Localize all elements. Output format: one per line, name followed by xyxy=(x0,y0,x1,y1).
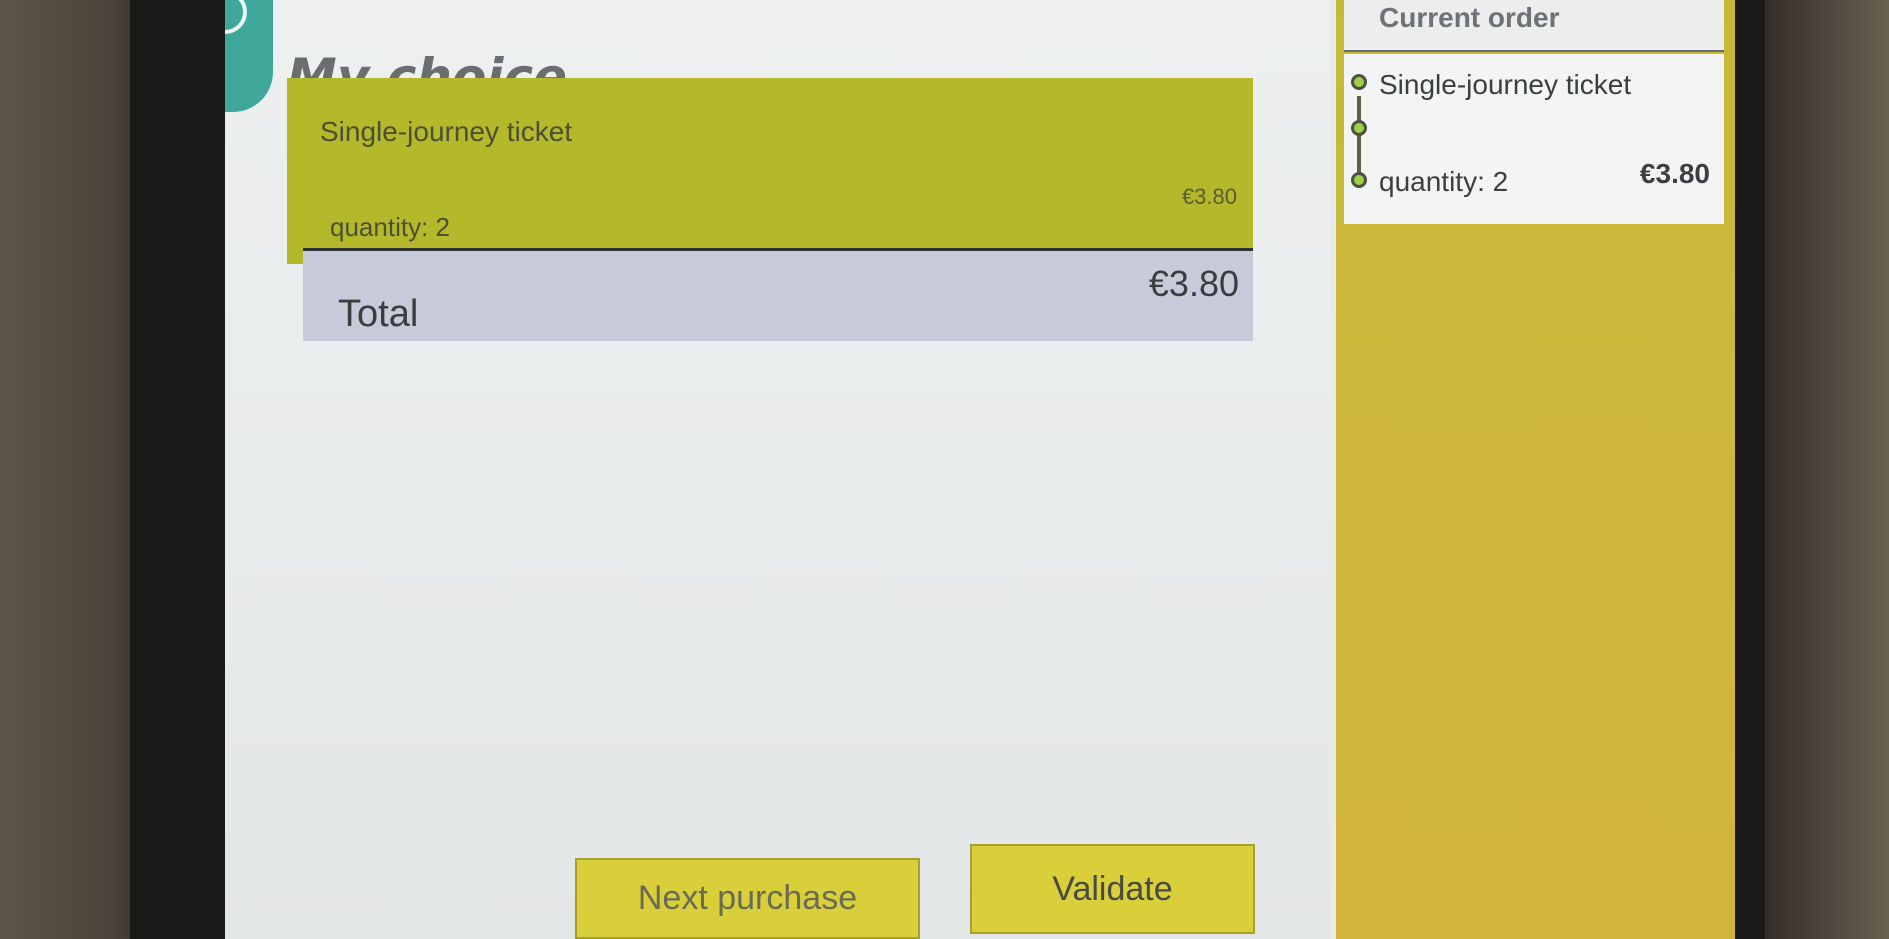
total-bar: Total €3.80 xyxy=(303,251,1253,341)
validate-button[interactable]: Validate xyxy=(970,844,1255,934)
current-order-title: Current order xyxy=(1379,2,1560,33)
kiosk-screen: My choice Single-journey ticket €3.80 qu… xyxy=(225,0,1735,939)
timeline-dot-middle xyxy=(1351,120,1367,136)
main-panel: My choice Single-journey ticket €3.80 qu… xyxy=(225,0,1330,939)
timeline-dot-bottom xyxy=(1351,172,1367,188)
item-name: Single-journey ticket xyxy=(320,116,573,147)
item-price: €3.80 xyxy=(1181,184,1237,209)
transit-logo-icon xyxy=(225,0,247,34)
order-item-name: Single-journey ticket xyxy=(1379,69,1632,100)
bezel-left xyxy=(130,0,240,939)
current-order-panel: Current order Single-journey ticket quan… xyxy=(1336,0,1735,939)
total-value: €3.80 xyxy=(1148,263,1239,304)
item-quantity: quantity: 2 xyxy=(330,212,450,242)
current-order-header: Current order xyxy=(1344,0,1724,52)
next-purchase-button[interactable]: Next purchase xyxy=(575,858,920,939)
total-label: Total xyxy=(338,293,419,335)
kiosk-frame: My choice Single-journey ticket €3.80 qu… xyxy=(0,0,1889,939)
order-item-quantity: quantity: 2 xyxy=(1379,166,1509,197)
timeline-dot-top xyxy=(1351,74,1367,90)
order-item-price: €3.80 xyxy=(1639,158,1710,189)
selected-item-card[interactable]: Single-journey ticket €3.80 quantity: 2 xyxy=(287,78,1253,264)
order-item[interactable]: Single-journey ticket quantity: 2 €3.80 xyxy=(1344,54,1724,224)
logo-tab xyxy=(225,0,273,112)
bezel-right xyxy=(1735,0,1765,939)
